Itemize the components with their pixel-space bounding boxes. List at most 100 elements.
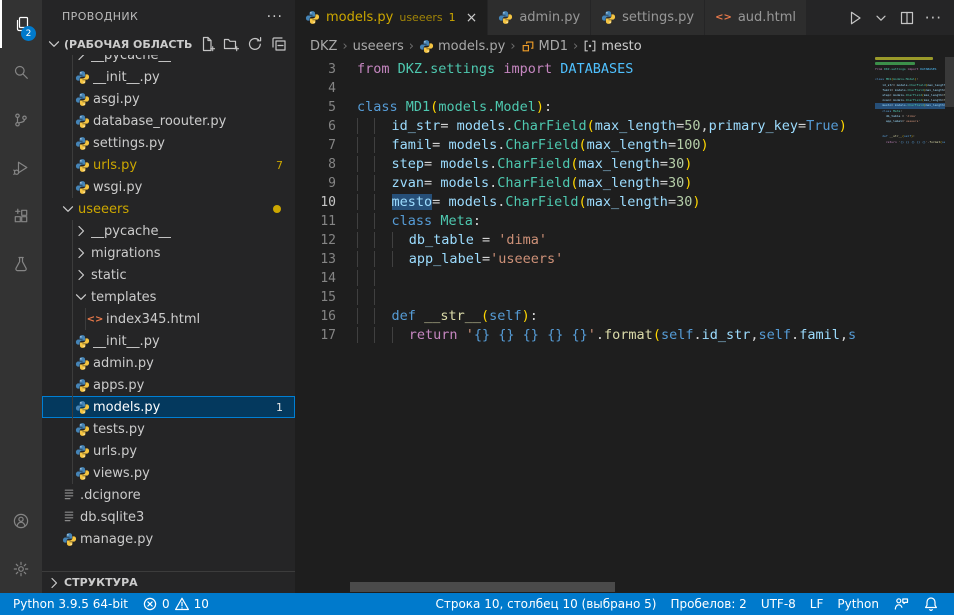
tree-item-settings.py[interactable]: settings.py bbox=[42, 132, 295, 154]
activity-item-account[interactable] bbox=[0, 497, 42, 545]
tree-item-index345.html[interactable]: <>index345.html bbox=[42, 308, 295, 330]
more-actions-icon[interactable]: ··· bbox=[925, 9, 942, 27]
code-line-10[interactable]: 10 mesto= models.CharField(max_length=30… bbox=[295, 193, 954, 212]
line-number[interactable]: 3 bbox=[295, 60, 357, 79]
collapse-all-icon[interactable] bbox=[271, 36, 287, 52]
tree-item-.dcignore[interactable]: .dcignore bbox=[42, 484, 295, 506]
status-notifications[interactable] bbox=[916, 593, 946, 615]
line-number[interactable]: 13 bbox=[295, 250, 357, 269]
tree-item-useeers[interactable]: useeers bbox=[42, 198, 295, 220]
code-line-13[interactable]: 13 app_label='useeers' bbox=[295, 250, 954, 269]
run-dropdown-chevron-icon[interactable] bbox=[873, 10, 889, 26]
tree-item-db.sqlite3[interactable]: db.sqlite3 bbox=[42, 506, 295, 528]
indent-guide bbox=[374, 175, 391, 191]
line-number[interactable]: 9 bbox=[295, 174, 357, 193]
status-encoding[interactable]: UTF-8 bbox=[754, 593, 803, 615]
minimap[interactable]: from DKZ.settings import DATABASESclass … bbox=[875, 57, 945, 145]
code-line-14[interactable]: 14 bbox=[295, 269, 954, 288]
code-editor[interactable]: 3from DKZ.settings import DATABASES45cla… bbox=[295, 57, 954, 581]
tab-aud.html[interactable]: <>aud.html bbox=[705, 0, 807, 35]
tab-models.py[interactable]: models.pyuseeers1× bbox=[295, 0, 488, 35]
status-indentation[interactable]: Пробелов: 2 bbox=[663, 593, 753, 615]
activity-item-source-control[interactable] bbox=[0, 96, 42, 144]
tree-item-__pycache__[interactable]: __pycache__ bbox=[42, 220, 295, 242]
line-number[interactable]: 8 bbox=[295, 155, 357, 174]
vertical-scrollbar[interactable] bbox=[945, 57, 954, 107]
line-number[interactable]: 6 bbox=[295, 117, 357, 136]
tree-item-admin.py[interactable]: admin.py bbox=[42, 352, 295, 374]
code-line-12[interactable]: 12 db_table = 'dima' bbox=[295, 231, 954, 250]
split-editor-icon[interactable] bbox=[899, 10, 915, 26]
status-language-mode[interactable]: Python bbox=[830, 593, 886, 615]
tree-item-__init__.py[interactable]: __init__.py bbox=[42, 66, 295, 88]
run-icon[interactable] bbox=[847, 10, 863, 26]
outline-section-header[interactable]: СТРУКТУРА bbox=[42, 571, 295, 593]
line-number[interactable]: 12 bbox=[295, 231, 357, 250]
activity-item-settings[interactable] bbox=[0, 545, 42, 593]
code-line-15[interactable]: 15 bbox=[295, 288, 954, 307]
tab-admin.py[interactable]: admin.py bbox=[488, 0, 591, 35]
horizontal-scrollbar[interactable] bbox=[350, 582, 615, 592]
line-number[interactable]: 10 bbox=[295, 193, 357, 212]
tree-item-__init__.py[interactable]: __init__.py bbox=[42, 330, 295, 352]
tree-item-label: asgi.py bbox=[93, 92, 140, 107]
breadcrumb-item-DKZ[interactable]: DKZ bbox=[310, 39, 337, 54]
status-eol[interactable]: LF bbox=[803, 593, 831, 615]
line-number[interactable]: 5 bbox=[295, 98, 357, 117]
refresh-icon[interactable] bbox=[247, 36, 263, 52]
line-number[interactable]: 11 bbox=[295, 212, 357, 231]
code-line-6[interactable]: 6 id_str= models.CharField(max_length=50… bbox=[295, 117, 954, 136]
activity-item-extensions[interactable] bbox=[0, 192, 42, 240]
tree-item-urls.py[interactable]: urls.py bbox=[42, 440, 295, 462]
close-icon[interactable]: × bbox=[466, 11, 478, 25]
line-number[interactable]: 16 bbox=[295, 307, 357, 326]
workspace-section-header[interactable]: (РАБОЧАЯ ОБЛАСТЬ) ... bbox=[42, 33, 295, 55]
code-line-11[interactable]: 11 class Meta: bbox=[295, 212, 954, 231]
code-line-17[interactable]: 17 return '{} {} {} {} {}'.format(self.i… bbox=[295, 326, 954, 345]
code-line-4[interactable]: 4 bbox=[295, 79, 954, 98]
line-number[interactable]: 17 bbox=[295, 326, 357, 345]
tree-item-asgi.py[interactable]: asgi.py bbox=[42, 88, 295, 110]
code-token: ) bbox=[536, 99, 544, 115]
line-number[interactable]: 15 bbox=[295, 288, 357, 307]
code-token: = bbox=[668, 194, 676, 210]
line-number[interactable]: 14 bbox=[295, 269, 357, 288]
tree-item-wsgi.py[interactable]: wsgi.py bbox=[42, 176, 295, 198]
code-line-5[interactable]: 5class MD1(models.Model): bbox=[295, 98, 954, 117]
tree-item-tests.py[interactable]: tests.py bbox=[42, 418, 295, 440]
status-feedback[interactable] bbox=[886, 593, 916, 615]
code-token: , bbox=[700, 118, 708, 134]
tree-item-templates[interactable]: templates bbox=[42, 286, 295, 308]
code-line-8[interactable]: 8 step= models.CharField(max_length=30) bbox=[295, 155, 954, 174]
tree-item-models.py[interactable]: models.py1 bbox=[42, 396, 295, 418]
status-problems[interactable]: 010 bbox=[135, 593, 216, 615]
breadcrumb-item-useeers[interactable]: useeers bbox=[353, 39, 404, 54]
tree-item-database_roouter.py[interactable]: database_roouter.py bbox=[42, 110, 295, 132]
new-file-icon[interactable] bbox=[199, 36, 215, 52]
tree-item-views.py[interactable]: views.py bbox=[42, 462, 295, 484]
line-number[interactable]: 7 bbox=[295, 136, 357, 155]
code-line-9[interactable]: 9 zvan= models.CharField(max_length=30) bbox=[295, 174, 954, 193]
tree-item-migrations[interactable]: migrations bbox=[42, 242, 295, 264]
tree-item-urls.py[interactable]: urls.py7 bbox=[42, 154, 295, 176]
status-python-version[interactable]: Python 3.9.5 64-bit bbox=[6, 593, 135, 615]
line-number[interactable]: 4 bbox=[295, 79, 357, 98]
tab-settings.py[interactable]: settings.py bbox=[591, 0, 705, 35]
tree-item-__pycache__[interactable]: __pycache__ bbox=[42, 55, 295, 66]
tree-item-static[interactable]: static bbox=[42, 264, 295, 286]
breadcrumb-item-MD1[interactable]: MD1 bbox=[521, 39, 569, 54]
more-actions-icon[interactable]: ··· bbox=[267, 9, 283, 25]
activity-item-testing[interactable] bbox=[0, 240, 42, 288]
breadcrumb-item-mesto[interactable]: mesto bbox=[583, 39, 642, 54]
tree-item-manage.py[interactable]: manage.py bbox=[42, 528, 295, 550]
code-line-3[interactable]: 3from DKZ.settings import DATABASES bbox=[295, 60, 954, 79]
breadcrumb-item-models.py[interactable]: models.py bbox=[419, 39, 505, 54]
new-folder-icon[interactable] bbox=[223, 36, 239, 52]
code-line-16[interactable]: 16 def __str__(self): bbox=[295, 307, 954, 326]
activity-item-explorer[interactable]: 2 bbox=[0, 0, 42, 48]
tree-item-apps.py[interactable]: apps.py bbox=[42, 374, 295, 396]
activity-item-search[interactable] bbox=[0, 48, 42, 96]
status-cursor-position[interactable]: Строка 10, столбец 10 (выбрано 5) bbox=[428, 593, 663, 615]
code-line-7[interactable]: 7 famil= models.CharField(max_length=100… bbox=[295, 136, 954, 155]
activity-item-run-debug[interactable] bbox=[0, 144, 42, 192]
